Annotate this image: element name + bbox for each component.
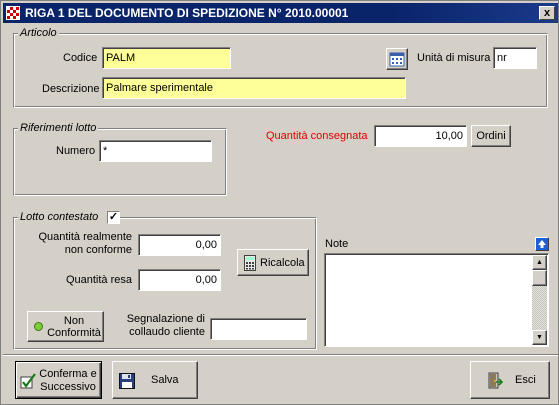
esci-label: Esci xyxy=(515,374,536,386)
calendar-icon xyxy=(389,52,405,67)
exit-door-icon xyxy=(488,372,503,389)
calculator-icon xyxy=(244,255,256,271)
esci-button[interactable]: Esci xyxy=(470,361,550,399)
codice-label: Codice xyxy=(63,52,98,64)
lotto-legend: Riferimenti lotto xyxy=(18,122,99,134)
dialog-window: RIGA 1 DEL DOCUMENTO DI SPEDIZIONE N° 20… xyxy=(0,0,559,405)
status-dot-icon xyxy=(34,322,43,331)
lotto-group xyxy=(13,128,227,196)
scroll-thumb[interactable] xyxy=(532,270,547,286)
scroll-down-icon: ▼ xyxy=(536,334,543,341)
codice-field[interactable]: PALM xyxy=(102,47,231,69)
conferma-label-line2: Successivo xyxy=(40,381,96,393)
non-conformita-label-line2: Conformità xyxy=(47,327,101,339)
descrizione-field[interactable]: Palmare sperimentale xyxy=(102,77,406,99)
contestato-legend: Lotto contestato xyxy=(18,211,121,223)
conferma-label-line1: Conferma e xyxy=(39,368,97,380)
close-button[interactable]: x xyxy=(539,6,555,20)
unita-calendar-button[interactable] xyxy=(386,48,408,70)
window-title: RIGA 1 DEL DOCUMENTO DI SPEDIZIONE N° 20… xyxy=(25,6,349,20)
floppy-disk-icon xyxy=(119,373,135,389)
quantita-consegnata-field[interactable]: 10,00 xyxy=(374,125,467,147)
unita-field[interactable]: nr xyxy=(493,47,537,69)
footer-separator xyxy=(3,354,558,356)
ordini-label: Ordini xyxy=(476,130,506,142)
conferma-successivo-button[interactable]: Conferma e Successivo xyxy=(15,361,102,399)
salva-button[interactable]: Salva xyxy=(112,361,198,399)
articolo-legend: Articolo xyxy=(18,27,59,39)
note-textarea[interactable] xyxy=(324,253,549,347)
salva-label: Salva xyxy=(151,374,179,386)
checkmark-icon xyxy=(20,373,36,389)
note-label: Note xyxy=(325,238,349,250)
segnalazione-label-line2: collaudo cliente xyxy=(129,326,205,338)
quantita-consegnata-label: Quantità consegnata xyxy=(266,130,368,142)
qty-resa-field[interactable]: 0,00 xyxy=(138,269,221,291)
numero-label: Numero xyxy=(56,145,96,157)
numero-field[interactable]: * xyxy=(99,140,212,162)
note-scrollbar[interactable]: ▲ ▼ xyxy=(532,255,547,345)
title-bar[interactable]: RIGA 1 DEL DOCUMENTO DI SPEDIZIONE N° 20… xyxy=(3,3,558,23)
qty-resa-label: Quantità resa xyxy=(65,274,132,286)
segnalazione-field[interactable] xyxy=(210,318,307,340)
arrow-up-icon xyxy=(536,238,548,250)
qty-nonconforme-label-line1: Quantità realmente xyxy=(38,231,132,243)
non-conformita-label-line1: Non xyxy=(63,315,85,327)
qty-nonconforme-field[interactable]: 0,00 xyxy=(138,234,221,256)
segnalazione-label-line1: Segnalazione di xyxy=(126,313,205,325)
ricalcola-button[interactable]: Ricalcola xyxy=(237,249,309,276)
scroll-up-icon: ▲ xyxy=(536,259,543,266)
non-conformita-button[interactable]: Non Conformità xyxy=(27,311,104,342)
note-expand-button[interactable] xyxy=(535,237,549,251)
scroll-down-button[interactable]: ▼ xyxy=(532,330,547,345)
ricalcola-label: Ricalcola xyxy=(260,257,305,269)
qty-nonconforme-label-line2: non conforme xyxy=(64,244,132,256)
app-icon xyxy=(6,6,20,20)
ordini-button[interactable]: Ordini xyxy=(471,125,511,147)
contestato-checkbox[interactable]: ✓ xyxy=(107,211,120,224)
descrizione-label: Descrizione xyxy=(42,83,100,95)
scroll-up-button[interactable]: ▲ xyxy=(532,255,547,270)
unita-label: Unità di misura xyxy=(417,52,491,64)
